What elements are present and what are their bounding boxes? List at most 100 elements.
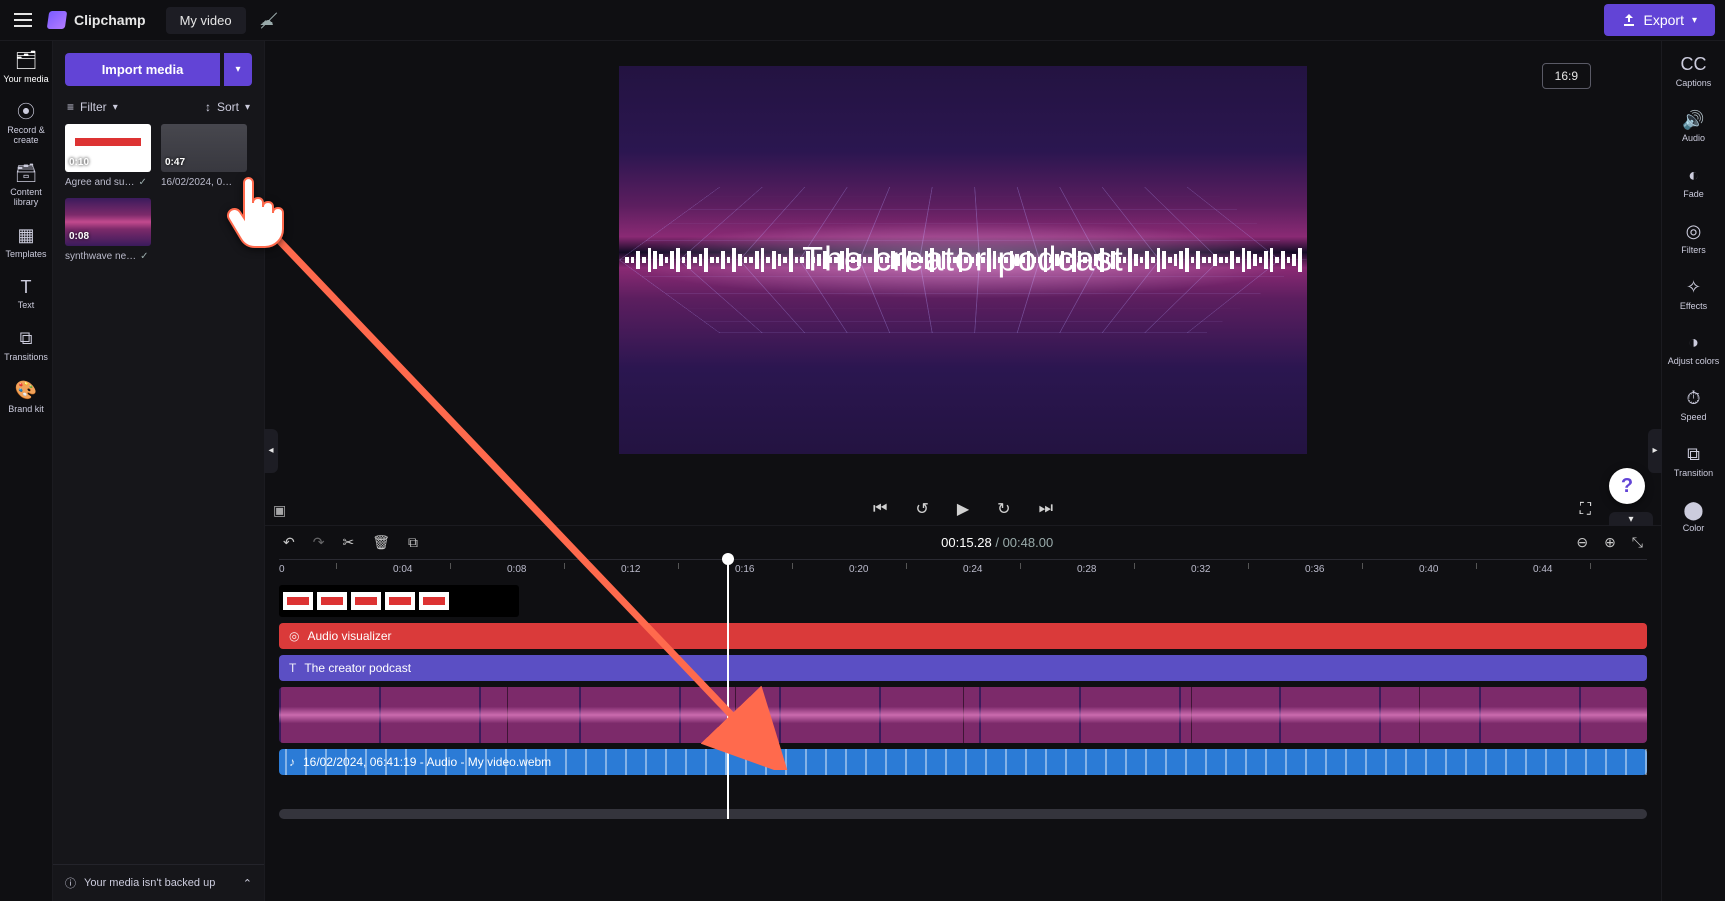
play-button[interactable]: ▶ xyxy=(957,499,969,519)
timecode-total: 00:48.00 xyxy=(1003,535,1054,550)
track-row[interactable] xyxy=(279,687,1647,743)
media-item[interactable]: 0:08 synthwave ne…✓ xyxy=(65,198,151,262)
rt-color[interactable]: ⬤Color xyxy=(1664,501,1724,535)
playback-controls: ⏮ ↺ ▶ ↻ ⏭ xyxy=(265,499,1661,519)
playhead[interactable] xyxy=(727,559,729,819)
timecode: 00:15.28 / 00:48.00 xyxy=(941,535,1053,550)
rt-filters[interactable]: ◎Filters xyxy=(1664,222,1724,256)
timeline-toolbar: ↶ ↷ ✂ 🗑 ⧉ 00:15.28 / 00:48.00 ⊖ ⊕ ⤡ xyxy=(265,525,1661,559)
split-button[interactable]: ✂ xyxy=(342,534,354,551)
chevron-down-icon: ▾ xyxy=(235,64,240,75)
record-icon: ⦿ xyxy=(2,103,50,123)
redo-button[interactable]: ↷ xyxy=(313,534,325,551)
rt-effects[interactable]: ✧Effects xyxy=(1664,278,1724,312)
import-media-dropdown[interactable]: ▾ xyxy=(224,53,252,86)
captions-icon: CC xyxy=(1664,55,1724,75)
chevron-down-icon: ▾ xyxy=(245,102,250,113)
video-preview[interactable]: The creator podcast xyxy=(619,66,1307,454)
rt-speed[interactable]: ⏱Speed xyxy=(1664,389,1724,423)
filter-button[interactable]: ≡Filter▾ xyxy=(67,100,118,114)
fullscreen-button[interactable]: ⛶ xyxy=(1580,501,1591,519)
scrollbar-thumb[interactable] xyxy=(279,809,1647,819)
track-row[interactable]: T The creator podcast xyxy=(279,655,1647,681)
rewind-5s-button[interactable]: ↺ xyxy=(915,499,928,519)
track-row[interactable] xyxy=(279,585,1647,617)
audio-visualizer-clip[interactable]: ◎ Audio visualizer xyxy=(279,623,1647,649)
collapse-timeline[interactable]: ▾ xyxy=(1609,512,1653,526)
rt-transition[interactable]: ⧉Transition xyxy=(1664,445,1724,479)
tool-text[interactable]: TText xyxy=(2,278,50,312)
collapse-right-panel[interactable]: ▸ xyxy=(1648,429,1662,473)
duplicate-button[interactable]: ⧉ xyxy=(408,534,418,551)
fit-timeline-button[interactable]: ⤡ xyxy=(1632,534,1643,551)
clip-label: Audio visualizer xyxy=(307,629,391,643)
sort-button[interactable]: ↕Sort▾ xyxy=(205,100,250,114)
preview-title: The creator podcast xyxy=(619,241,1307,280)
text-icon: T xyxy=(2,278,50,298)
video-clip-thumb[interactable] xyxy=(279,585,519,617)
delete-button[interactable]: 🗑 xyxy=(372,534,390,551)
effects-icon: ✧ xyxy=(1664,278,1724,298)
sort-icon: ↕ xyxy=(205,100,211,114)
tool-record-create[interactable]: ⦿Record & create xyxy=(2,103,50,147)
timeline-ruler[interactable]: 00:040:080:120:160:200:240:280:320:360:4… xyxy=(279,559,1647,581)
info-icon: ⓘ xyxy=(65,875,76,891)
chevron-down-icon: ▾ xyxy=(113,102,118,113)
fade-icon: ◐ xyxy=(1664,166,1724,186)
hamburger-menu[interactable] xyxy=(10,7,36,33)
rt-adjust-colors[interactable]: ◑Adjust colors xyxy=(1664,333,1724,367)
left-toolbar: 🗂Your media ⦿Record & create 🗃Content li… xyxy=(0,41,53,901)
check-icon: ✓ xyxy=(140,251,148,262)
audio-icon: 🔊 xyxy=(1664,111,1724,131)
timeline-scrollbar[interactable] xyxy=(279,809,1647,819)
media-item[interactable]: 0:47 16/02/2024, 0… xyxy=(161,124,247,188)
media-name: Agree and su… xyxy=(65,177,135,188)
aspect-ratio-button[interactable]: 16:9 xyxy=(1542,63,1591,89)
brand-name: Clipchamp xyxy=(74,12,146,28)
speed-icon: ⏱ xyxy=(1664,389,1724,409)
project-title[interactable]: My video xyxy=(166,7,246,34)
timeline-tracks[interactable]: ◎ Audio visualizer T The creator podcast xyxy=(265,581,1661,805)
forward-5s-button[interactable]: ↻ xyxy=(997,499,1010,519)
track-row[interactable]: ◎ Audio visualizer xyxy=(279,623,1647,649)
skip-forward-button[interactable]: ⏭ xyxy=(1039,500,1053,518)
tool-transitions[interactable]: ⧉Transitions xyxy=(2,329,50,363)
rt-audio[interactable]: 🔊Audio xyxy=(1664,111,1724,145)
track-row[interactable]: ♪ 16/02/2024, 06:41:19 - Audio - My vide… xyxy=(279,749,1647,775)
media-panel: Import media ▾ ≡Filter▾ ↕Sort▾ 0:10 Agre… xyxy=(53,41,265,901)
cloud-off-icon[interactable]: ☁ xyxy=(260,12,274,29)
zoom-in-button[interactable]: ⊕ xyxy=(1604,534,1616,551)
chevron-down-icon: ▾ xyxy=(1692,15,1697,26)
media-thumbnail: 0:10 xyxy=(65,124,151,172)
transitions-icon: ⧉ xyxy=(2,329,50,349)
export-button[interactable]: Export ▾ xyxy=(1604,4,1716,36)
ruler-tick: 0:44 xyxy=(1533,564,1552,575)
help-button[interactable]: ? xyxy=(1609,468,1645,504)
media-item[interactable]: 0:10 Agree and su…✓ xyxy=(65,124,151,188)
collapse-left-panel[interactable]: ◂ xyxy=(264,429,278,473)
brandkit-icon: 🎨 xyxy=(2,381,50,401)
media-thumbnail: 0:47 xyxy=(161,124,247,172)
undo-button[interactable]: ↶ xyxy=(283,534,295,551)
import-media-button[interactable]: Import media xyxy=(65,53,220,86)
media-thumbnail: 0:08 xyxy=(65,198,151,246)
tool-templates[interactable]: ▦Templates xyxy=(2,226,50,260)
ruler-tick: 0:12 xyxy=(621,564,640,575)
tool-content-library[interactable]: 🗃Content library xyxy=(2,164,50,208)
video-clip[interactable] xyxy=(279,687,1647,743)
rt-fade[interactable]: ◐Fade xyxy=(1664,166,1724,200)
color-icon: ⬤ xyxy=(1664,501,1724,521)
text-icon: T xyxy=(289,661,296,675)
audio-clip[interactable]: ♪ 16/02/2024, 06:41:19 - Audio - My vide… xyxy=(279,749,1647,775)
skip-back-button[interactable]: ⏮ xyxy=(873,500,887,518)
backup-warning[interactable]: ⓘ Your media isn't backed up ⌃ xyxy=(53,864,264,901)
transition-icon: ⧉ xyxy=(1664,445,1724,465)
tool-brand-kit[interactable]: 🎨Brand kit xyxy=(2,381,50,415)
zoom-out-button[interactable]: ⊖ xyxy=(1576,534,1588,551)
brand[interactable]: Clipchamp xyxy=(48,11,146,29)
ruler-tick: 0:08 xyxy=(507,564,526,575)
tool-your-media[interactable]: 🗂Your media xyxy=(2,51,50,85)
text-clip[interactable]: T The creator podcast xyxy=(279,655,1647,681)
rt-captions[interactable]: CCCaptions xyxy=(1664,55,1724,89)
ruler-tick: 0:24 xyxy=(963,564,982,575)
